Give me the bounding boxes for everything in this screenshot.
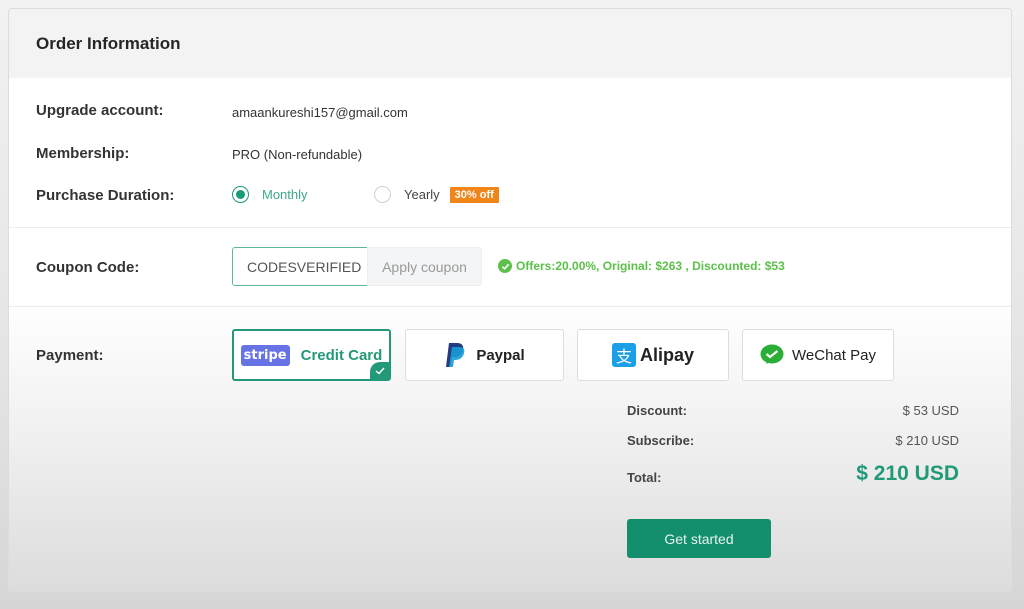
coupon-status: Offers:20.00%, Original: $263 , Discount…	[498, 259, 785, 273]
paypal-logo-icon	[444, 342, 466, 368]
discount-value: $ 53 USD	[902, 403, 959, 418]
duration-yearly-radio[interactable]: Yearly 30% off	[374, 186, 499, 203]
purchase-duration-label: Purchase Duration:	[36, 187, 175, 204]
upgrade-account-label: Upgrade account:	[36, 102, 164, 119]
payment-option-label: Paypal	[476, 346, 525, 364]
section-divider	[9, 227, 1011, 228]
apply-coupon-button[interactable]: Apply coupon	[367, 247, 482, 286]
radio-checked-icon	[232, 186, 249, 203]
payment-option-label: Credit Card	[300, 346, 383, 364]
page-title: Order Information	[36, 33, 181, 53]
order-card: Order Information Upgrade account: amaan…	[8, 8, 1012, 592]
subscribe-value: $ 210 USD	[895, 433, 959, 448]
selected-check-icon	[370, 362, 390, 380]
total-label: Total:	[627, 470, 662, 485]
coupon-code-input[interactable]	[232, 247, 368, 286]
coupon-status-text: Offers:20.00%, Original: $263 , Discount…	[516, 259, 785, 273]
stripe-logo-icon: stripe	[240, 344, 290, 366]
duration-monthly-label: Monthly	[262, 187, 308, 202]
upgrade-account-value: amaankureshi157@gmail.com	[232, 105, 408, 120]
discount-label: Discount:	[627, 403, 687, 418]
section-divider	[9, 306, 1011, 307]
get-started-button[interactable]: Get started	[627, 519, 771, 558]
radio-unchecked-icon	[374, 186, 391, 203]
payment-option-wechat-pay[interactable]: WeChat Pay	[742, 329, 894, 381]
payment-option-alipay[interactable]: 支 Alipay	[577, 329, 729, 381]
check-circle-icon	[498, 259, 512, 273]
payment-label: Payment:	[36, 347, 104, 364]
duration-monthly-radio[interactable]: Monthly	[232, 186, 308, 203]
wechat-logo-icon	[760, 344, 784, 366]
card-header: Order Information	[9, 9, 1011, 78]
membership-value: PRO (Non-refundable)	[232, 147, 363, 162]
duration-yearly-label: Yearly	[404, 187, 440, 202]
alipay-logo-icon: 支	[611, 343, 636, 367]
payment-option-label: WeChat Pay	[792, 346, 876, 364]
payment-option-label: Alipay	[639, 344, 695, 365]
discount-badge: 30% off	[449, 186, 499, 203]
membership-label: Membership:	[36, 145, 130, 162]
total-value: $ 210 USD	[856, 462, 959, 485]
payment-option-paypal[interactable]: Paypal	[405, 329, 564, 381]
subscribe-label: Subscribe:	[627, 433, 695, 448]
coupon-code-label: Coupon Code:	[36, 259, 140, 276]
payment-option-credit-card[interactable]: stripe Credit Card	[232, 329, 391, 381]
